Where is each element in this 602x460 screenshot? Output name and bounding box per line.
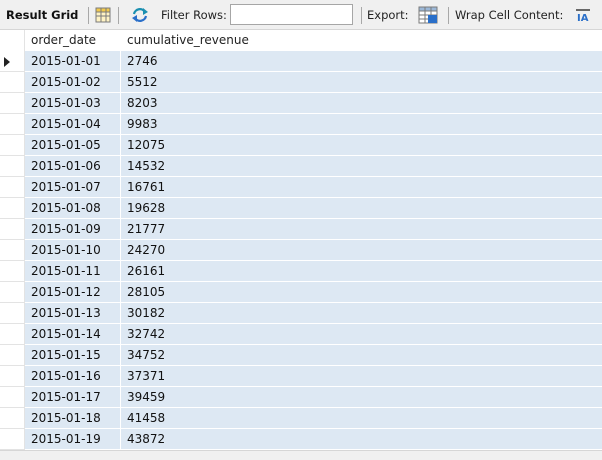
table-row[interactable]: 2015-01-11 26161 bbox=[0, 261, 602, 282]
cell-order-date[interactable]: 2015-01-11 bbox=[25, 261, 120, 282]
cell-cumulative-revenue[interactable]: 41458 bbox=[120, 408, 265, 429]
row-selector[interactable] bbox=[0, 156, 25, 177]
row-selector[interactable] bbox=[0, 324, 25, 345]
cell-cumulative-revenue[interactable]: 34752 bbox=[120, 345, 265, 366]
table-row[interactable]: 2015-01-10 24270 bbox=[0, 240, 602, 261]
filter-rows-label: Filter Rows: bbox=[161, 8, 227, 22]
toolbar-separator bbox=[118, 7, 119, 24]
cell-cumulative-revenue[interactable]: 19628 bbox=[120, 198, 265, 219]
svg-text:IA: IA bbox=[577, 13, 589, 22]
cell-cumulative-revenue[interactable]: 9983 bbox=[120, 114, 265, 135]
table-row[interactable]: 2015-01-06 14532 bbox=[0, 156, 602, 177]
cell-order-date[interactable]: 2015-01-05 bbox=[25, 135, 120, 156]
table-row[interactable]: 2015-01-16 37371 bbox=[0, 366, 602, 387]
cell-order-date[interactable]: 2015-01-14 bbox=[25, 324, 120, 345]
toolbar-separator bbox=[448, 7, 449, 24]
row-selector[interactable] bbox=[0, 93, 25, 114]
cell-order-date[interactable]: 2015-01-07 bbox=[25, 177, 120, 198]
filter-rows-input[interactable] bbox=[230, 4, 353, 25]
cell-order-date[interactable]: 2015-01-04 bbox=[25, 114, 120, 135]
table-row[interactable]: 2015-01-12 28105 bbox=[0, 282, 602, 303]
row-selector[interactable] bbox=[0, 303, 25, 324]
cell-cumulative-revenue[interactable]: 30182 bbox=[120, 303, 265, 324]
result-grid-toolbar: Result Grid Filter Rows: Export: Wrap Ce… bbox=[0, 0, 602, 30]
row-selector[interactable] bbox=[0, 429, 25, 450]
current-row-arrow-icon bbox=[4, 57, 10, 67]
cell-cumulative-revenue[interactable]: 32742 bbox=[120, 324, 265, 345]
cell-cumulative-revenue[interactable]: 28105 bbox=[120, 282, 265, 303]
row-selector[interactable] bbox=[0, 366, 25, 387]
cell-cumulative-revenue[interactable]: 24270 bbox=[120, 240, 265, 261]
cell-cumulative-revenue[interactable]: 8203 bbox=[120, 93, 265, 114]
row-selector[interactable] bbox=[0, 72, 25, 93]
result-tabs-strip bbox=[0, 450, 602, 460]
row-selector[interactable] bbox=[0, 177, 25, 198]
cell-cumulative-revenue[interactable]: 39459 bbox=[120, 387, 265, 408]
row-selector[interactable] bbox=[0, 408, 25, 429]
table-row[interactable]: 2015-01-01 2746 bbox=[0, 51, 602, 72]
cell-order-date[interactable]: 2015-01-09 bbox=[25, 219, 120, 240]
table-row[interactable]: 2015-01-18 41458 bbox=[0, 408, 602, 429]
export-label: Export: bbox=[367, 8, 409, 22]
cell-order-date[interactable]: 2015-01-02 bbox=[25, 72, 120, 93]
cell-order-date[interactable]: 2015-01-10 bbox=[25, 240, 120, 261]
row-selector[interactable] bbox=[0, 198, 25, 219]
cell-order-date[interactable]: 2015-01-17 bbox=[25, 387, 120, 408]
cell-cumulative-revenue[interactable]: 2746 bbox=[120, 51, 265, 72]
table-row[interactable]: 2015-01-17 39459 bbox=[0, 387, 602, 408]
table-row[interactable]: 2015-01-15 34752 bbox=[0, 345, 602, 366]
column-header-order-date[interactable]: order_date bbox=[25, 30, 120, 51]
cell-cumulative-revenue[interactable]: 37371 bbox=[120, 366, 265, 387]
row-selector[interactable] bbox=[0, 261, 25, 282]
column-header-cumulative-revenue[interactable]: cumulative_revenue bbox=[120, 30, 265, 51]
refresh-icon[interactable] bbox=[131, 7, 149, 23]
table-row[interactable]: 2015-01-05 12075 bbox=[0, 135, 602, 156]
row-selector[interactable] bbox=[0, 387, 25, 408]
cell-order-date[interactable]: 2015-01-13 bbox=[25, 303, 120, 324]
result-grid-icon[interactable] bbox=[95, 7, 111, 23]
cell-order-date[interactable]: 2015-01-06 bbox=[25, 156, 120, 177]
table-row[interactable]: 2015-01-08 19628 bbox=[0, 198, 602, 219]
row-selector-header[interactable] bbox=[0, 30, 25, 51]
cell-order-date[interactable]: 2015-01-03 bbox=[25, 93, 120, 114]
row-selector[interactable] bbox=[0, 51, 25, 72]
cell-cumulative-revenue[interactable]: 5512 bbox=[120, 72, 265, 93]
toolbar-separator bbox=[361, 7, 362, 24]
toolbar-separator bbox=[88, 7, 89, 24]
row-selector[interactable] bbox=[0, 345, 25, 366]
export-icon[interactable] bbox=[418, 5, 438, 25]
row-selector[interactable] bbox=[0, 114, 25, 135]
cell-cumulative-revenue[interactable]: 43872 bbox=[120, 429, 265, 450]
cell-cumulative-revenue[interactable]: 21777 bbox=[120, 219, 265, 240]
cell-order-date[interactable]: 2015-01-16 bbox=[25, 366, 120, 387]
table-row[interactable]: 2015-01-13 30182 bbox=[0, 303, 602, 324]
table-row[interactable]: 2015-01-02 5512 bbox=[0, 72, 602, 93]
cell-cumulative-revenue[interactable]: 12075 bbox=[120, 135, 265, 156]
row-selector[interactable] bbox=[0, 219, 25, 240]
cell-order-date[interactable]: 2015-01-12 bbox=[25, 282, 120, 303]
wrap-cell-content-label: Wrap Cell Content: bbox=[455, 8, 564, 22]
row-selector[interactable] bbox=[0, 240, 25, 261]
cell-cumulative-revenue[interactable]: 16761 bbox=[120, 177, 265, 198]
cell-order-date[interactable]: 2015-01-18 bbox=[25, 408, 120, 429]
cell-order-date[interactable]: 2015-01-01 bbox=[25, 51, 120, 72]
table-row[interactable]: 2015-01-09 21777 bbox=[0, 219, 602, 240]
table-row[interactable]: 2015-01-07 16761 bbox=[0, 177, 602, 198]
cell-cumulative-revenue[interactable]: 14532 bbox=[120, 156, 265, 177]
table-row[interactable]: 2015-01-19 43872 bbox=[0, 429, 602, 450]
wrap-icon[interactable]: IA bbox=[576, 9, 590, 22]
table-row[interactable]: 2015-01-03 8203 bbox=[0, 93, 602, 114]
cell-order-date[interactable]: 2015-01-15 bbox=[25, 345, 120, 366]
cell-cumulative-revenue[interactable]: 26161 bbox=[120, 261, 265, 282]
table-row[interactable]: 2015-01-14 32742 bbox=[0, 324, 602, 345]
cell-order-date[interactable]: 2015-01-08 bbox=[25, 198, 120, 219]
row-selector[interactable] bbox=[0, 282, 25, 303]
table-row[interactable]: 2015-01-04 9983 bbox=[0, 114, 602, 135]
result-grid-title[interactable]: Result Grid bbox=[6, 0, 78, 30]
cell-order-date[interactable]: 2015-01-19 bbox=[25, 429, 120, 450]
row-selector[interactable] bbox=[0, 135, 25, 156]
grid-header-row: order_date cumulative_revenue bbox=[0, 30, 602, 51]
